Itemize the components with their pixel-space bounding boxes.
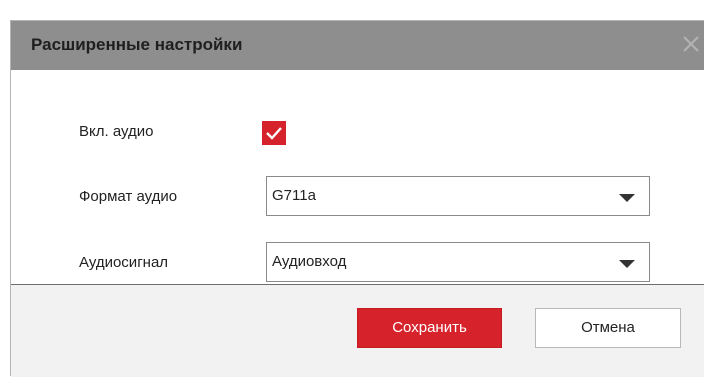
audio-enabled-label: Вкл. аудио (79, 123, 154, 140)
audio-enabled-checkbox[interactable] (262, 121, 286, 145)
dialog-header: Расширенные настройки (11, 21, 704, 70)
dialog-title: Расширенные настройки (31, 35, 243, 54)
audio-format-select[interactable]: G711a (266, 176, 650, 216)
audio-format-value: G711a (272, 187, 316, 204)
audio-signal-value: Аудиовход (272, 253, 347, 270)
chevron-down-icon (619, 194, 635, 202)
dialog-body: Вкл. аудио Формат аудио G711a Аудиосигна… (11, 70, 704, 284)
dialog-footer: Сохранить Отмена (11, 285, 704, 377)
audio-format-label: Формат аудио (79, 188, 178, 205)
checkmark-icon (266, 127, 282, 140)
cancel-button[interactable]: Отмена (535, 308, 681, 348)
chevron-down-icon (619, 260, 635, 268)
audio-signal-select[interactable]: Аудиовход (266, 242, 650, 282)
close-icon[interactable] (680, 33, 702, 55)
save-button[interactable]: Сохранить (357, 308, 502, 348)
audio-signal-label: Аудиосигнал (79, 254, 169, 271)
advanced-settings-dialog: Расширенные настройки Вкл. аудио Формат … (10, 20, 704, 377)
